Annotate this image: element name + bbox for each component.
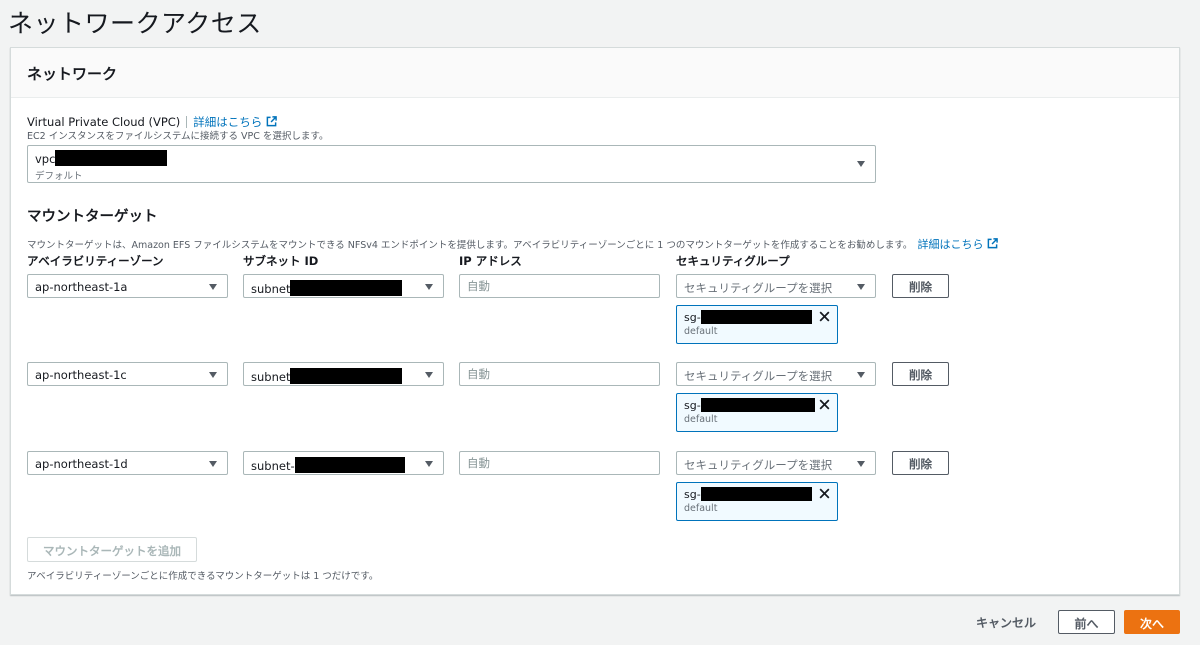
redacted-subnet-id xyxy=(290,368,403,384)
az-select[interactable]: ap-northeast-1d xyxy=(27,451,228,475)
chevron-down-icon xyxy=(857,372,865,378)
sg-name: default xyxy=(684,414,718,425)
mount-targets-title: マウントターゲット xyxy=(27,209,158,225)
ip-address-input[interactable] xyxy=(459,274,660,298)
close-icon[interactable] xyxy=(818,398,831,411)
chevron-down-icon xyxy=(209,284,217,290)
divider xyxy=(186,116,188,128)
redacted-sg-id xyxy=(700,398,815,412)
column-az: アベイラビリティーゾーン xyxy=(27,254,164,268)
security-group-placeholder: セキュリティグループを選択 xyxy=(684,369,833,383)
security-group-token: sg- default xyxy=(676,393,838,432)
chevron-down-icon xyxy=(857,161,865,167)
sg-name: default xyxy=(684,503,718,514)
security-group-select[interactable]: セキュリティグループを選択 xyxy=(676,451,876,475)
security-group-placeholder: セキュリティグループを選択 xyxy=(684,281,833,295)
sg-id: sg- xyxy=(684,399,701,412)
redacted-vpc-id xyxy=(55,150,168,166)
mount-targets-desc-row: マウントターゲットは、Amazon EFS ファイルシステムをマウントできる N… xyxy=(27,233,999,252)
subnet-select[interactable]: subnet xyxy=(243,274,444,298)
chevron-down-icon xyxy=(425,372,433,378)
vpc-value: vpc xyxy=(35,152,56,166)
security-group-placeholder: セキュリティグループを選択 xyxy=(684,458,833,472)
chevron-down-icon xyxy=(857,461,865,467)
network-panel: ネットワーク Virtual Private Cloud (VPC) 詳細はこちら… xyxy=(10,47,1180,595)
column-ip: IP アドレス xyxy=(459,254,522,268)
add-mount-target-button[interactable]: マウントターゲットを追加 xyxy=(27,537,197,562)
mount-targets-description: マウントターゲットは、Amazon EFS ファイルシステムをマウントできる N… xyxy=(27,240,913,251)
mount-info-link[interactable]: 詳細はこちら xyxy=(917,238,983,251)
close-icon[interactable] xyxy=(818,310,831,323)
sg-id: sg- xyxy=(684,311,701,324)
vpc-info-link[interactable]: 詳細はこちら xyxy=(193,115,262,129)
sg-id: sg- xyxy=(684,488,701,501)
next-button[interactable]: 次へ xyxy=(1124,610,1180,634)
column-subnet: サブネット ID xyxy=(243,254,319,268)
subnet-value: subnet xyxy=(251,282,291,296)
security-group-token: sg- default xyxy=(676,482,838,521)
external-link-icon[interactable] xyxy=(987,238,999,249)
az-value: ap-northeast-1d xyxy=(35,457,128,471)
mount-target-note: アベイラビリティーゾーンごとに作成できるマウントターゲットは 1 つだけです。 xyxy=(27,571,379,582)
chevron-down-icon xyxy=(425,461,433,467)
redacted-sg-id xyxy=(700,487,812,501)
page-title: ネットワークアクセス xyxy=(8,9,262,38)
redacted-subnet-id xyxy=(290,280,403,296)
az-value: ap-northeast-1a xyxy=(35,280,128,294)
subnet-value: subnet xyxy=(251,370,291,384)
remove-button[interactable]: 削除 xyxy=(892,451,949,475)
az-value: ap-northeast-1c xyxy=(35,368,127,382)
chevron-down-icon xyxy=(209,461,217,467)
external-link-icon[interactable] xyxy=(266,116,278,127)
vpc-select[interactable]: vpc デフォルト xyxy=(27,145,876,183)
sg-name: default xyxy=(684,326,718,337)
chevron-down-icon xyxy=(425,284,433,290)
az-select[interactable]: ap-northeast-1c xyxy=(27,362,228,386)
security-group-token: sg- default xyxy=(676,305,838,344)
security-group-select[interactable]: セキュリティグループを選択 xyxy=(676,274,876,298)
chevron-down-icon xyxy=(857,284,865,290)
remove-button[interactable]: 削除 xyxy=(892,362,949,386)
redacted-subnet-id xyxy=(294,457,405,473)
chevron-down-icon xyxy=(209,372,217,378)
cancel-button[interactable]: キャンセル xyxy=(976,614,1036,631)
vpc-label: Virtual Private Cloud (VPC) xyxy=(27,115,181,129)
vpc-default-label: デフォルト xyxy=(35,171,83,182)
vpc-description: EC2 インスタンスをファイルシステムに接続する VPC を選択します。 xyxy=(27,131,329,142)
remove-button[interactable]: 削除 xyxy=(892,274,949,298)
subnet-select[interactable]: subnet xyxy=(243,362,444,386)
security-group-select[interactable]: セキュリティグループを選択 xyxy=(676,362,876,386)
network-header: ネットワーク xyxy=(11,48,1179,98)
ip-address-input[interactable] xyxy=(459,451,660,475)
close-icon[interactable] xyxy=(818,487,831,500)
column-security-group: セキュリティグループ xyxy=(676,254,790,268)
redacted-sg-id xyxy=(700,310,812,324)
ip-address-input[interactable] xyxy=(459,362,660,386)
az-select[interactable]: ap-northeast-1a xyxy=(27,274,228,298)
subnet-value: subnet- xyxy=(251,459,295,473)
back-button[interactable]: 前へ xyxy=(1058,610,1115,634)
subnet-select[interactable]: subnet- xyxy=(243,451,444,475)
